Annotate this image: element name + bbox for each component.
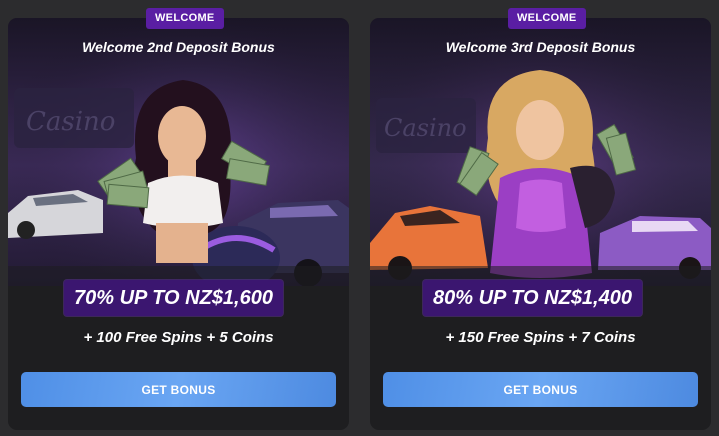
bonus-amount: 70% UP TO NZ$1,600 xyxy=(64,280,283,316)
svg-text:Casino: Casino xyxy=(26,107,115,137)
promo-illustration: Casino xyxy=(8,18,349,286)
bonus-amount: 80% UP TO NZ$1,400 xyxy=(423,280,642,316)
bonus-card-2nd-deposit: Casino Welcome 2nd Deposit Bonus 70% UP … xyxy=(8,18,349,430)
bonus-extras: + 150 Free Spins + 7 Coins xyxy=(445,329,636,346)
get-bonus-button[interactable]: GET BONUS xyxy=(21,372,336,407)
bonus-title: Welcome 3rd Deposit Bonus xyxy=(445,39,636,55)
svg-text:Casino: Casino xyxy=(384,114,467,142)
bonus-offers-page: Casino Welcome 2nd Deposit Bonus 70% UP … xyxy=(0,0,719,436)
bonus-extras: + 100 Free Spins + 5 Coins xyxy=(83,329,274,346)
welcome-badge: WELCOME xyxy=(508,8,586,29)
welcome-badge: WELCOME xyxy=(146,8,224,29)
get-bonus-button[interactable]: GET BONUS xyxy=(383,372,698,407)
promo-illustration: Casino xyxy=(370,18,711,286)
bonus-card-3rd-deposit: Casino Welcome 3rd Deposit Bonus 80% UP … xyxy=(370,18,711,430)
bonus-title: Welcome 2nd Deposit Bonus xyxy=(82,39,275,55)
